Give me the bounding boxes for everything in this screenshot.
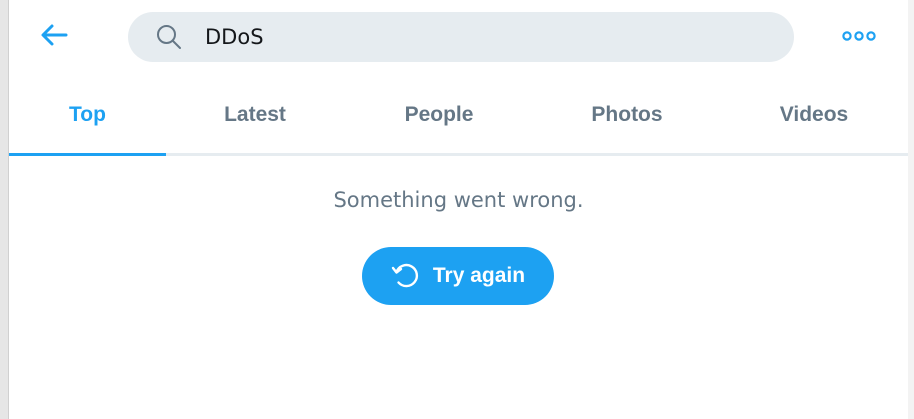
tab-photos[interactable]: Photos <box>534 76 720 153</box>
back-button[interactable] <box>37 22 71 52</box>
search-header <box>9 0 908 76</box>
search-results-panel: Top Latest People Photos Videos Somethin… <box>9 0 908 419</box>
arrow-left-icon <box>40 23 68 52</box>
try-again-label: Try again <box>432 264 526 287</box>
more-dots-icon <box>842 29 876 47</box>
tab-latest[interactable]: Latest <box>166 76 344 153</box>
error-message: Something went wrong. <box>333 188 584 212</box>
tab-videos[interactable]: Videos <box>720 76 908 153</box>
more-options-button[interactable] <box>839 28 879 48</box>
tab-people[interactable]: People <box>344 76 534 153</box>
screen: Top Latest People Photos Videos Somethin… <box>0 0 914 419</box>
search-tabs: Top Latest People Photos Videos <box>9 76 908 156</box>
window-right-edge <box>908 0 914 419</box>
window-left-edge <box>0 0 9 419</box>
try-again-button[interactable]: Try again <box>362 247 554 305</box>
search-box[interactable] <box>128 12 794 62</box>
refresh-icon <box>391 261 421 291</box>
search-input[interactable] <box>203 24 767 50</box>
search-icon <box>155 23 183 51</box>
tab-top[interactable]: Top <box>9 76 166 156</box>
